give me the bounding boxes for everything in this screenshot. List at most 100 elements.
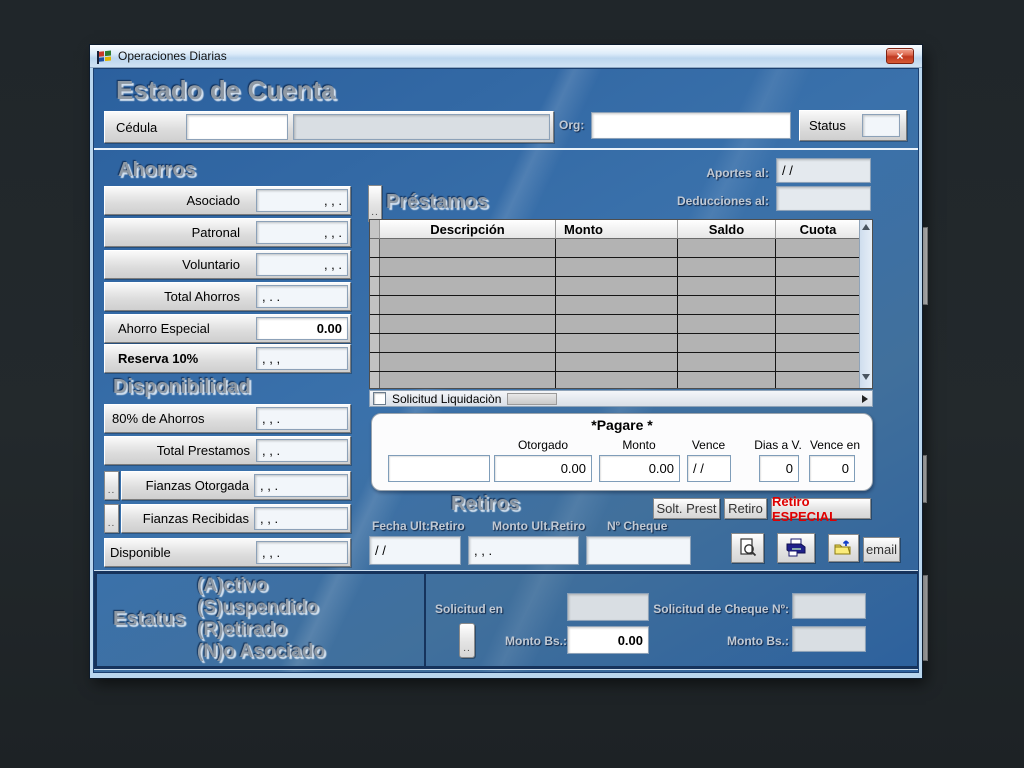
pagare-label-vence-en: Vence en bbox=[808, 438, 862, 452]
pagare-dias-field[interactable]: 0 bbox=[759, 455, 799, 482]
num-cheque-label: Nº Cheque bbox=[607, 519, 667, 533]
export-folder-button[interactable] bbox=[828, 534, 859, 562]
table-row[interactable] bbox=[370, 277, 872, 296]
print-preview-icon bbox=[738, 538, 758, 558]
print-button[interactable] bbox=[777, 533, 815, 563]
pagare-vence-field[interactable]: / / bbox=[687, 455, 731, 482]
table-cell bbox=[678, 258, 776, 276]
background-window-fragment bbox=[921, 575, 928, 661]
solicitud-liquidacion-checkbox[interactable] bbox=[373, 392, 386, 405]
monto-ult-retiro-field[interactable]: , , . bbox=[468, 536, 579, 565]
table-cell bbox=[776, 334, 861, 352]
disp-field-fianzas-recibidas: , , . bbox=[254, 507, 348, 530]
solicitud-browse-button[interactable]: .. bbox=[459, 623, 475, 658]
table-cell bbox=[370, 277, 380, 295]
disp-label-fianzas-recibidas: Fianzas Recibidas bbox=[121, 511, 249, 526]
ahorros-label-asociado: Asociado bbox=[104, 193, 240, 208]
estatus-divider bbox=[424, 574, 426, 666]
column-header-saldo: Saldo bbox=[678, 220, 776, 239]
table-cell bbox=[370, 353, 380, 371]
table-row[interactable] bbox=[370, 296, 872, 315]
table-cell bbox=[776, 372, 861, 389]
section-title-ahorros: Ahorros bbox=[118, 159, 196, 182]
table-cell bbox=[380, 353, 556, 371]
table-row[interactable] bbox=[370, 334, 872, 353]
fianzas-recibidas-browse-button[interactable]: .. bbox=[104, 504, 119, 533]
table-row[interactable] bbox=[370, 239, 872, 258]
table-cell bbox=[556, 372, 678, 389]
table-cell bbox=[556, 258, 678, 276]
table-cell bbox=[380, 315, 556, 333]
table-row[interactable] bbox=[370, 353, 872, 372]
pagare-otorgado-field[interactable]: 0.00 bbox=[494, 455, 592, 482]
table-cell bbox=[380, 258, 556, 276]
org-input[interactable] bbox=[591, 112, 791, 139]
monto-bs2-label: Monto Bs.: bbox=[647, 634, 789, 648]
scroll-right-icon[interactable] bbox=[862, 395, 868, 403]
folder-arrow-icon bbox=[834, 539, 854, 557]
window-body: Estado de Cuenta Cédula Org: Status Ahor… bbox=[93, 68, 919, 673]
print-preview-button[interactable] bbox=[731, 533, 764, 563]
scroll-down-icon[interactable] bbox=[862, 374, 870, 380]
disp-field-fianzas-otorgada: , , . bbox=[254, 474, 348, 497]
section-title-retiros: Retiros bbox=[451, 493, 520, 516]
status-label: Status bbox=[809, 118, 846, 133]
ahorros-label-especial: Ahorro Especial bbox=[118, 321, 210, 336]
monto-bs-field: 0.00 bbox=[567, 626, 649, 654]
close-button[interactable]: × bbox=[886, 48, 914, 64]
grid-vertical-scrollbar[interactable] bbox=[859, 220, 872, 388]
pagare-vence-en-field[interactable]: 0 bbox=[809, 455, 855, 482]
header-divider bbox=[94, 148, 919, 150]
estatus-title: Estatus bbox=[113, 608, 185, 631]
table-row[interactable] bbox=[370, 372, 872, 389]
table-row[interactable] bbox=[370, 315, 872, 334]
fecha-ult-retiro-field[interactable]: / / bbox=[369, 536, 461, 565]
liquidacion-button[interactable] bbox=[507, 393, 557, 405]
table-cell bbox=[776, 258, 861, 276]
table-cell bbox=[370, 315, 380, 333]
cedula-label: Cédula bbox=[116, 120, 157, 135]
app-window: Operaciones Diarias × Estado de Cuenta C… bbox=[90, 45, 922, 678]
scroll-up-icon[interactable] bbox=[862, 224, 870, 230]
solicitud-en-label: Solicitud en bbox=[435, 602, 503, 616]
pagare-title: *Pagare * bbox=[372, 417, 872, 433]
column-header-descripcion: Descripción bbox=[380, 220, 556, 239]
ahorros-field-patronal: , , . bbox=[256, 221, 348, 244]
fianzas-otorgada-browse-button[interactable]: .. bbox=[104, 471, 119, 500]
email-button[interactable]: email bbox=[863, 537, 900, 562]
column-header-cuota: Cuota bbox=[776, 220, 861, 239]
deducciones-field bbox=[776, 186, 871, 211]
table-cell bbox=[776, 239, 861, 257]
table-cell bbox=[678, 239, 776, 257]
desktop-background: Operaciones Diarias × Estado de Cuenta C… bbox=[0, 0, 1024, 768]
table-cell bbox=[776, 315, 861, 333]
status-field bbox=[862, 114, 900, 137]
section-title-prestamos: Préstamos bbox=[386, 191, 488, 214]
nombre-field bbox=[293, 114, 550, 140]
pagare-label-monto: Monto bbox=[599, 438, 679, 452]
solt-prest-button[interactable]: Solt. Prest bbox=[653, 498, 720, 519]
monto-bs-label: Monto Bs.: bbox=[505, 634, 567, 648]
ahorros-field-reserva: , , , bbox=[256, 347, 348, 370]
solicitud-cheque-label: Solicitud de Cheque Nº: bbox=[647, 602, 789, 616]
aportes-label: Aportes al: bbox=[654, 166, 769, 180]
prestamos-grid-body bbox=[370, 239, 872, 389]
aportes-field: / / bbox=[776, 158, 871, 183]
prestamos-browse-button[interactable]: .. bbox=[368, 185, 382, 222]
deducciones-label: Deducciones al: bbox=[634, 194, 769, 208]
table-row[interactable] bbox=[370, 258, 872, 277]
table-cell bbox=[556, 353, 678, 371]
pagare-monto-field[interactable]: 0.00 bbox=[599, 455, 680, 482]
grid-horizontal-scrollbar[interactable]: Solicitud Liquidaciòn bbox=[369, 390, 873, 407]
table-cell bbox=[678, 296, 776, 314]
app-icon bbox=[97, 48, 113, 64]
table-cell bbox=[380, 277, 556, 295]
legend-suspendido: (S)uspendido bbox=[197, 597, 318, 619]
cedula-input[interactable] bbox=[186, 114, 288, 140]
retiro-especial-button[interactable]: Retiro ESPECIAL bbox=[771, 498, 871, 519]
pagare-descripcion-input[interactable] bbox=[388, 455, 490, 482]
section-title-disponibilidad: Disponibilidad bbox=[113, 376, 251, 399]
titlebar[interactable]: Operaciones Diarias × bbox=[90, 45, 922, 68]
retiro-button[interactable]: Retiro bbox=[724, 498, 767, 519]
num-cheque-field[interactable] bbox=[586, 536, 691, 565]
